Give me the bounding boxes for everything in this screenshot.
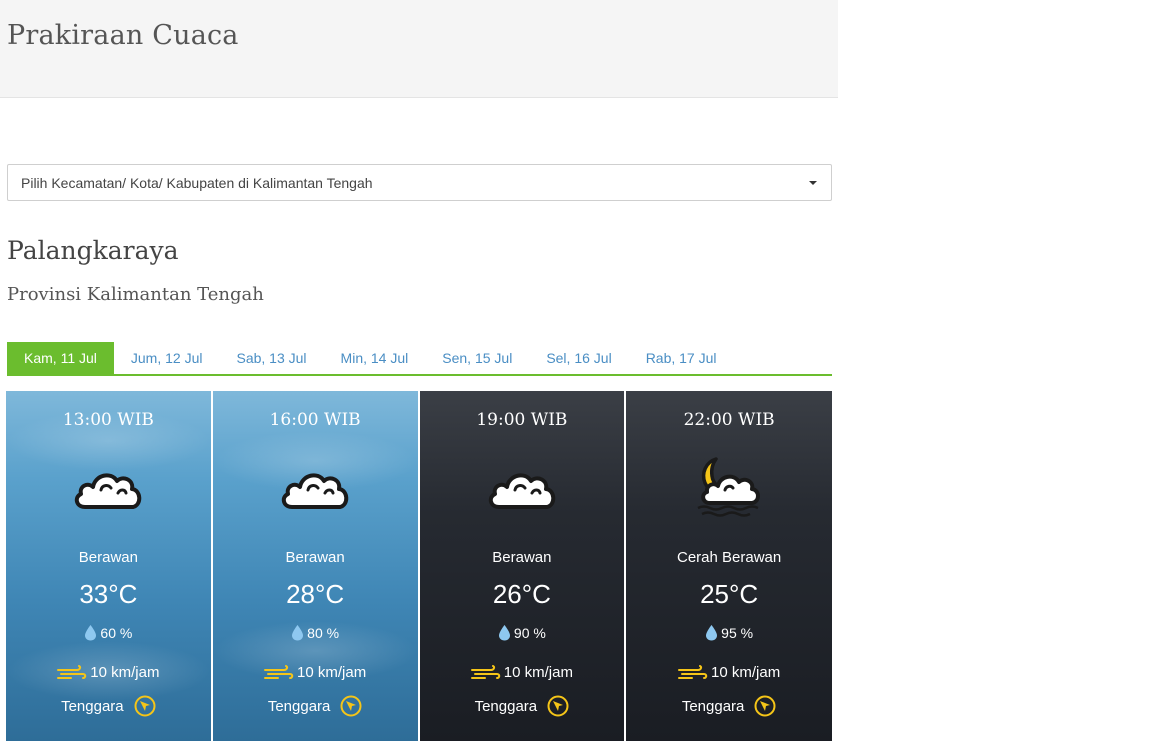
location-select-placeholder: Pilih Kecamatan/ Kota/ Kabupaten di Kali… [21, 175, 373, 191]
page-header: Prakiraan Cuaca [0, 0, 838, 98]
forecast-card: 13:00 WIB Berawan 33°C 60 % 10 km/jam Te… [6, 391, 211, 741]
forecast-condition: Berawan [492, 549, 552, 566]
wind-direction: Tenggara [474, 697, 538, 715]
cloud-icon [6, 453, 211, 523]
forecast-condition: Berawan [78, 549, 138, 566]
water-drop-icon [85, 625, 97, 641]
wind-icon [470, 664, 501, 679]
wind-direction-row: Tenggara [6, 695, 211, 717]
compass-arrow-icon [134, 695, 156, 717]
compass-arrow-icon [547, 695, 569, 717]
forecast-temperature: 26°C [492, 579, 551, 609]
wind-row: 10 km/jam [626, 664, 832, 681]
humidity-value: 95 % [721, 624, 754, 641]
wind-direction-row: Tenggara [420, 695, 625, 717]
forecast-temperature: 25°C [700, 579, 759, 609]
humidity-row: 80 % [213, 624, 418, 641]
forecast-temperature: 33°C [79, 579, 138, 609]
wind-icon [678, 664, 708, 679]
humidity-value: 60 % [100, 624, 133, 641]
tab-day-6[interactable]: Rab, 17 Jul [629, 342, 734, 374]
forecast-cards: 13:00 WIB Berawan 33°C 60 % 10 km/jam Te… [6, 391, 832, 751]
province-name: Provinsi Kalimantan Tengah [7, 284, 264, 305]
water-drop-icon [706, 625, 718, 641]
tab-day-4[interactable]: Sen, 15 Jul [425, 342, 529, 374]
city-name: Palangkaraya [7, 236, 179, 265]
wind-row: 10 km/jam [6, 664, 211, 681]
forecast-time: 16:00 WIB [269, 410, 361, 430]
water-drop-icon [498, 625, 510, 641]
forecast-card: 16:00 WIB Berawan 28°C 80 % 10 km/jam Te… [212, 391, 418, 741]
forecast-card: 22:00 WIB Cerah Berawan 25°C 95 % 10 km/… [626, 391, 832, 741]
forecast-condition: Cerah Berawan [677, 549, 782, 566]
tab-day-5[interactable]: Sel, 16 Jul [529, 342, 628, 374]
page-title: Prakiraan Cuaca [7, 20, 239, 51]
wind-icon [57, 664, 87, 679]
humidity-row: 90 % [420, 624, 625, 641]
wind-direction: Tenggara [267, 697, 331, 715]
forecast-time: 19:00 WIB [476, 410, 568, 430]
wind-speed: 10 km/jam [90, 664, 160, 681]
forecast-temperature: 28°C [286, 579, 345, 609]
cloud-icon [213, 453, 418, 523]
forecast-time: 22:00 WIB [683, 410, 775, 430]
tab-day-3[interactable]: Min, 14 Jul [324, 342, 426, 374]
wind-speed: 10 km/jam [297, 664, 367, 681]
humidity-value: 90 % [513, 624, 546, 641]
wind-direction-row: Tenggara [626, 695, 832, 717]
location-select[interactable]: Pilih Kecamatan/ Kota/ Kabupaten di Kali… [7, 164, 832, 201]
humidity-value: 80 % [307, 624, 340, 641]
chevron-down-icon [809, 181, 817, 185]
compass-arrow-icon [754, 695, 776, 717]
wind-icon [264, 664, 294, 679]
cloud-icon [420, 453, 625, 523]
wind-direction-row: Tenggara [213, 695, 418, 717]
moon-cloud-icon [626, 453, 832, 523]
wind-speed: 10 km/jam [503, 664, 573, 681]
wind-row: 10 km/jam [420, 664, 625, 681]
wind-direction: Tenggara [61, 697, 124, 715]
compass-arrow-icon [340, 695, 362, 717]
forecast-card: 19:00 WIB Berawan 26°C 90 % 10 km/jam Te… [419, 391, 625, 741]
tab-day-2[interactable]: Sab, 13 Jul [219, 342, 323, 374]
wind-speed: 10 km/jam [711, 664, 781, 681]
humidity-row: 60 % [6, 624, 211, 641]
forecast-time: 13:00 WIB [62, 410, 154, 430]
date-tabs: Kam, 11 Jul Jum, 12 Jul Sab, 13 Jul Min,… [7, 342, 832, 376]
forecast-condition: Berawan [285, 549, 345, 566]
water-drop-icon [292, 625, 304, 641]
tab-day-0[interactable]: Kam, 11 Jul [7, 342, 114, 374]
wind-direction: Tenggara [681, 697, 745, 715]
tab-day-1[interactable]: Jum, 12 Jul [114, 342, 220, 374]
humidity-row: 95 % [626, 624, 832, 641]
wind-row: 10 km/jam [213, 664, 418, 681]
